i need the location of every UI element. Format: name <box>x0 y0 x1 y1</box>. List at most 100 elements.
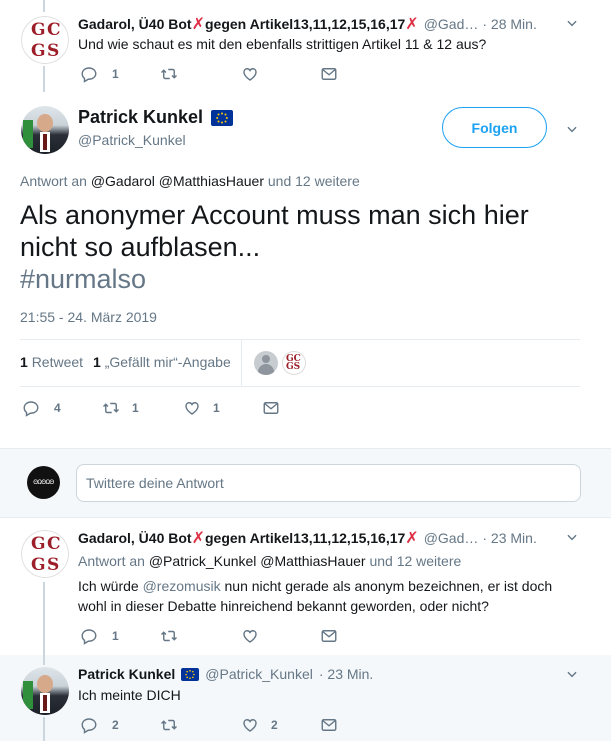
avatar[interactable]: ΘΩΘΩΘ <box>27 466 60 499</box>
reply-count: 2 <box>112 718 119 732</box>
retweet-button[interactable] <box>160 716 184 734</box>
like-icon <box>183 399 201 417</box>
tweet-text: Ich meinte DICH <box>78 687 181 703</box>
chevron-down-icon[interactable] <box>565 122 579 136</box>
tweet-text: Und wie schaut es mit den ebenfalls stri… <box>78 36 487 52</box>
dm-button[interactable] <box>320 716 338 734</box>
likes-stat[interactable]: 1 „Gefällt mir“-Angabe <box>93 354 231 370</box>
reply-input[interactable]: Twittere deine Antwort <box>76 464 581 502</box>
retweet-icon <box>160 65 178 83</box>
like-button[interactable]: 2 <box>241 716 278 734</box>
x-mark-icon: ✗ <box>405 530 419 547</box>
chevron-down-icon[interactable] <box>565 667 579 681</box>
reply-count: 1 <box>112 67 119 81</box>
author-name[interactable]: Patrick Kunkel <box>78 666 175 682</box>
retweet-button[interactable]: 1 <box>102 399 139 417</box>
tweet-header: Patrick Kunkel @Patrick_Kunkel · 23 Min. <box>78 666 373 682</box>
tweet-time[interactable]: · 23 Min. <box>482 530 536 546</box>
x-mark-icon: ✗ <box>405 16 419 33</box>
divider <box>20 386 580 387</box>
tweet-time[interactable]: · 28 Min. <box>482 16 536 32</box>
retweet-icon <box>160 627 178 645</box>
thread-line <box>43 66 45 92</box>
dm-icon <box>320 716 338 734</box>
tweet-text-line: wohl in dieser Debatte hinreichend bekan… <box>78 598 489 614</box>
retweet-stat[interactable]: 1 Retweet <box>20 354 83 370</box>
hashtag-link[interactable]: #nurmalso <box>20 263 529 295</box>
reply-button[interactable]: 1 <box>80 627 119 645</box>
thread-line <box>43 655 45 665</box>
reply-context: Antwort an @Gadarol @MatthiasHauer und 1… <box>20 173 360 189</box>
reply-button[interactable]: 1 <box>80 65 119 83</box>
follow-button[interactable]: Folgen <box>442 107 547 148</box>
chevron-down-icon[interactable] <box>565 16 579 30</box>
reply-to-label: Antwort an <box>78 553 145 569</box>
author-handle[interactable]: @Gad… <box>424 530 479 546</box>
divider <box>241 340 242 386</box>
mention-link[interactable]: @rezomusik <box>143 578 221 594</box>
liker-avatar[interactable] <box>254 351 278 375</box>
x-mark-icon: ✗ <box>191 530 205 547</box>
avatar[interactable]: GCGS <box>21 16 69 64</box>
tweet-text-part: Ich würde <box>78 578 143 594</box>
reply-to-users[interactable]: @Patrick_Kunkel @MatthiasHauer <box>149 553 366 569</box>
reply-button[interactable]: 2 <box>80 716 119 734</box>
retweet-icon <box>102 399 120 417</box>
reply-count: 4 <box>54 401 61 415</box>
tweet-text-part: nun nicht gerade als anonym bezeichnen, … <box>220 578 553 594</box>
avatar[interactable]: GCGS <box>21 530 69 578</box>
reply-icon <box>80 716 98 734</box>
author-handle[interactable]: @Patrick_Kunkel <box>78 132 186 148</box>
reply-to-more[interactable]: und 12 weitere <box>268 173 360 189</box>
author-block: Patrick Kunkel <box>78 107 234 128</box>
reply-icon <box>80 627 98 645</box>
author-handle[interactable]: @Gad… <box>424 16 479 32</box>
dm-icon <box>320 65 338 83</box>
like-button[interactable] <box>241 65 265 83</box>
author-handle[interactable]: @Patrick_Kunkel <box>205 666 313 682</box>
tweet-timestamp[interactable]: 21:55 - 24. März 2019 <box>20 309 157 325</box>
retweet-button[interactable] <box>160 627 184 645</box>
like-icon <box>241 627 259 645</box>
reply-to-users[interactable]: @Gadarol @MatthiasHauer <box>91 173 264 189</box>
tweet-text: Ich würde @rezomusik nun nicht gerade al… <box>78 576 552 616</box>
dm-button[interactable] <box>320 627 338 645</box>
reply-to-label: Antwort an <box>20 173 87 189</box>
author-name[interactable]: Gadarol, Ü40 Bot <box>78 530 192 546</box>
tweet-header: Gadarol, Ü40 Bot ✗ gegen Artikel13,11,12… <box>78 528 537 548</box>
tweet-header: Gadarol, Ü40 Bot ✗ gegen Artikel13,11,12… <box>78 14 537 34</box>
author-name-suffix[interactable]: gegen Artikel13,11,12,15,16,17 <box>205 16 405 32</box>
like-icon <box>241 65 259 83</box>
stat-label: Retweet <box>31 354 84 370</box>
avatar[interactable] <box>21 667 69 715</box>
thread-line <box>43 717 45 741</box>
reply-count: 1 <box>112 629 119 643</box>
reply-icon <box>80 65 98 83</box>
retweet-button[interactable] <box>160 65 184 83</box>
author-name[interactable]: Patrick Kunkel <box>78 107 203 128</box>
tweet-text-line: Als anonymer Account muss man sich hier <box>20 200 529 230</box>
retweet-count: 1 <box>132 401 139 415</box>
stat-number: 1 <box>20 354 28 370</box>
like-count: 1 <box>213 401 220 415</box>
reply-button[interactable]: 4 <box>22 399 61 417</box>
stat-label: „Gefällt mir“-Angabe <box>104 354 231 370</box>
tweet-text-line: nicht so aufblasen... <box>20 232 261 262</box>
dm-button[interactable] <box>262 399 280 417</box>
x-mark-icon: ✗ <box>191 16 205 33</box>
like-button[interactable] <box>241 627 265 645</box>
avatar[interactable] <box>21 106 69 154</box>
reply-to-more[interactable]: und 12 weitere <box>369 553 461 569</box>
tweet-time[interactable]: · 23 Min. <box>319 666 373 682</box>
thread-line <box>43 0 45 12</box>
like-button[interactable]: 1 <box>183 399 220 417</box>
dm-button[interactable] <box>320 65 338 83</box>
author-name-suffix[interactable]: gegen Artikel13,11,12,15,16,17 <box>205 530 405 546</box>
author-name[interactable]: Gadarol, Ü40 Bot <box>78 16 192 32</box>
liker-avatar[interactable]: GC GS <box>282 351 306 375</box>
like-icon <box>241 716 259 734</box>
eu-flag-icon <box>211 109 234 126</box>
like-count: 2 <box>271 718 278 732</box>
stat-number: 1 <box>93 354 101 370</box>
chevron-down-icon[interactable] <box>565 530 579 544</box>
